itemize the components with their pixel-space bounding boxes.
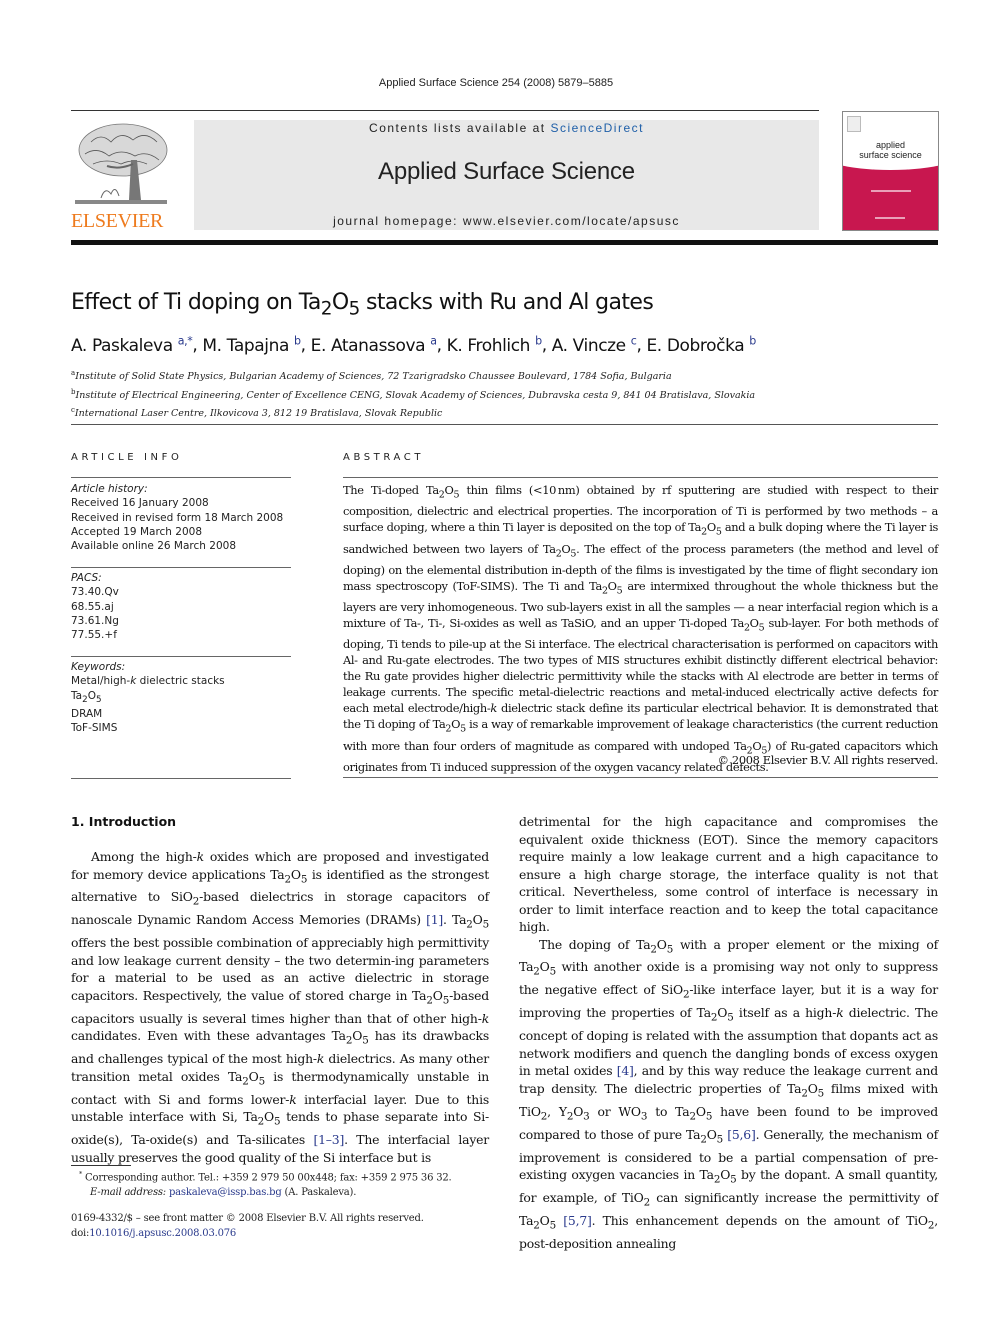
article-title: Effect of Ti doping on Ta2O5 stacks with… <box>71 290 654 320</box>
elsevier-tree-icon <box>75 123 168 204</box>
affiliation: bInstitute of Electrical Engineering, Ce… <box>71 387 756 401</box>
intro-paragraph: The doping of Ta2O5 with a proper elemen… <box>519 936 939 1252</box>
email-link[interactable]: paskaleva@issp.bas.bg <box>169 1187 282 1198</box>
doi-link[interactable]: 10.1016/j.apsusc.2008.03.076 <box>89 1228 236 1239</box>
journal-cover[interactable]: applied surface science <box>842 111 939 231</box>
affiliations: aInstitute of Solid State Physics, Bulga… <box>71 366 755 422</box>
keyword: ToF-SIMS <box>71 722 118 735</box>
divider <box>71 778 291 779</box>
author[interactable]: E. Atanassova a <box>311 334 437 356</box>
abstract-copyright: © 2008 Elsevier B.V. All rights reserved… <box>717 753 939 767</box>
divider <box>71 567 291 568</box>
author[interactable]: A. Vincze c <box>552 334 637 356</box>
corresponding-footnote: * Corresponding author. Tel.: +359 2 979… <box>79 1170 452 1199</box>
intro-paragraph: Among the high-k oxides which are propos… <box>71 849 490 1165</box>
sciencedirect-link[interactable]: ScienceDirect <box>550 121 644 135</box>
journal-citation: Applied Surface Science 254 (2008) 5879–… <box>378 77 614 89</box>
author[interactable]: M. Tapajna b <box>202 334 301 356</box>
affiliation: aInstitute of Solid State Physics, Bulga… <box>71 369 672 383</box>
intro-right-column: detrimental for the high capacitance and… <box>519 813 938 1253</box>
intro-paragraph: detrimental for the high capacitance and… <box>519 814 938 934</box>
cover-logo-icon <box>847 116 861 132</box>
contents-line: Contents lists available at ScienceDirec… <box>194 121 819 135</box>
keywords-list: Keywords: Metal/high-k dielectric stacks… <box>71 660 291 736</box>
pacs-list: PACS: 73.40.Qv 68.55.aj 73.61.Ng 77.55.+… <box>71 572 119 642</box>
header-thick-rule <box>71 240 938 245</box>
abstract-label: ABSTRACT <box>343 452 425 463</box>
affiliation: cInternational Laser Centre, Ilkovicova … <box>71 406 443 420</box>
homepage-line: journal homepage: www.elsevier.com/locat… <box>194 214 819 228</box>
section-heading: 1. Introduction <box>71 814 177 829</box>
journal-name: Applied Surface Science <box>378 158 635 185</box>
keyword: DRAM <box>71 707 103 720</box>
contents-prefix: Contents lists available at <box>369 121 551 135</box>
author[interactable]: E. Dobročka b <box>646 334 756 356</box>
keyword: Metal/high-k dielectric stacks <box>71 675 225 688</box>
author[interactable]: K. Frohlich b <box>447 334 542 356</box>
article-history: Article history: Received 16 January 200… <box>71 483 284 553</box>
header-rule <box>71 110 819 111</box>
author-list: A. Paskaleva a,*, M. Tapajna b, E. Atana… <box>71 334 756 356</box>
author[interactable]: A. Paskaleva a,* <box>71 334 193 356</box>
divider <box>71 477 291 478</box>
keyword: Ta2O5 <box>71 689 102 705</box>
cover-title: applied surface science <box>859 140 922 160</box>
abstract-text: The Ti-doped Ta2O5 thin films (<10 nm) o… <box>343 483 938 774</box>
article-info-label: ARTICLE INFO <box>71 452 183 463</box>
elsevier-wordmark: ELSEVIER <box>71 210 164 232</box>
divider <box>71 424 938 425</box>
issn-block: 0169-4332/$ – see front matter © 2008 El… <box>71 1213 424 1239</box>
divider <box>343 477 938 478</box>
elsevier-logo[interactable]: ELSEVIER <box>71 120 171 232</box>
journal-banner: Contents lists available at ScienceDirec… <box>194 120 819 230</box>
divider <box>343 777 938 778</box>
divider <box>71 656 291 657</box>
homepage-link[interactable]: www.elsevier.com/locate/apsusc <box>463 214 680 228</box>
homepage-prefix: journal homepage: <box>333 214 463 228</box>
footnote-rule <box>71 1165 131 1166</box>
